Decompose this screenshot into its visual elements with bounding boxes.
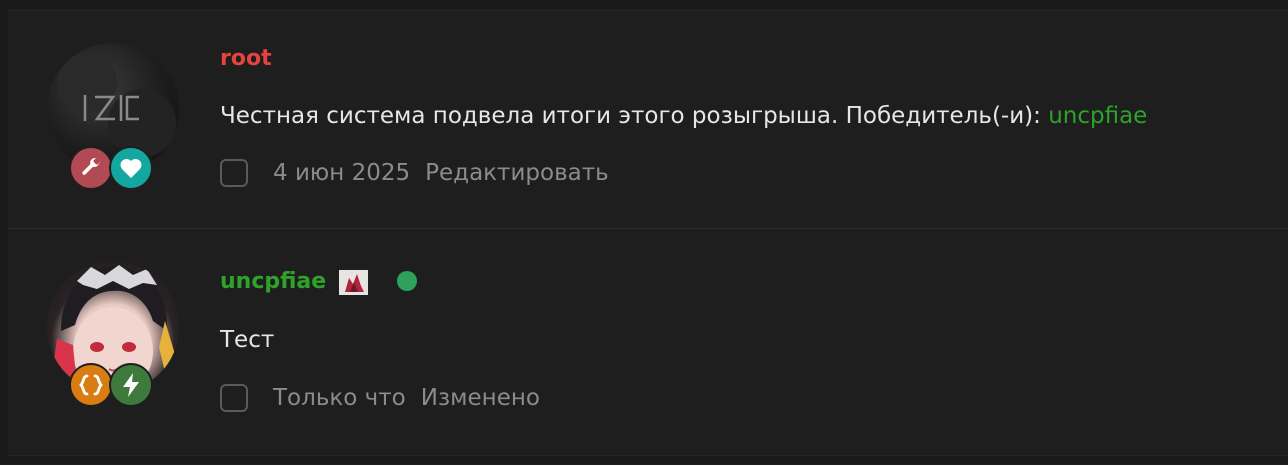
post-uncpfiae: uncpfiae Тест Только что Изменено: [0, 229, 1280, 454]
online-status-icon: [397, 271, 417, 291]
flair-icon: [339, 270, 368, 295]
post-date[interactable]: Только что: [273, 385, 406, 411]
braces-icon[interactable]: [69, 363, 113, 407]
winner-link[interactable]: uncpfiae: [1048, 103, 1147, 129]
post-text: Честная система подвела итоги этого розы…: [220, 101, 1147, 131]
post-message: Честная система подвела итоги этого розы…: [220, 103, 1049, 129]
select-checkbox[interactable]: [220, 159, 248, 187]
select-checkbox[interactable]: [220, 384, 248, 412]
post-meta: 4 июн 2025 Редактировать: [220, 157, 609, 189]
bolt-icon[interactable]: [109, 363, 153, 407]
avatar-group: [47, 261, 179, 407]
username[interactable]: uncpfiae: [220, 268, 326, 296]
username[interactable]: root: [220, 45, 272, 73]
avatar-group: [47, 43, 179, 190]
post-meta: Только что Изменено: [220, 382, 540, 414]
post-root: root Честная система подвела итоги этого…: [0, 10, 1280, 228]
wrench-icon[interactable]: [69, 146, 113, 190]
heart-icon[interactable]: [109, 146, 153, 190]
edit-link[interactable]: Редактировать: [425, 160, 609, 186]
edited-label[interactable]: Изменено: [421, 385, 540, 411]
post-text: Тест: [220, 327, 275, 353]
post-date[interactable]: 4 июн 2025: [273, 160, 410, 186]
